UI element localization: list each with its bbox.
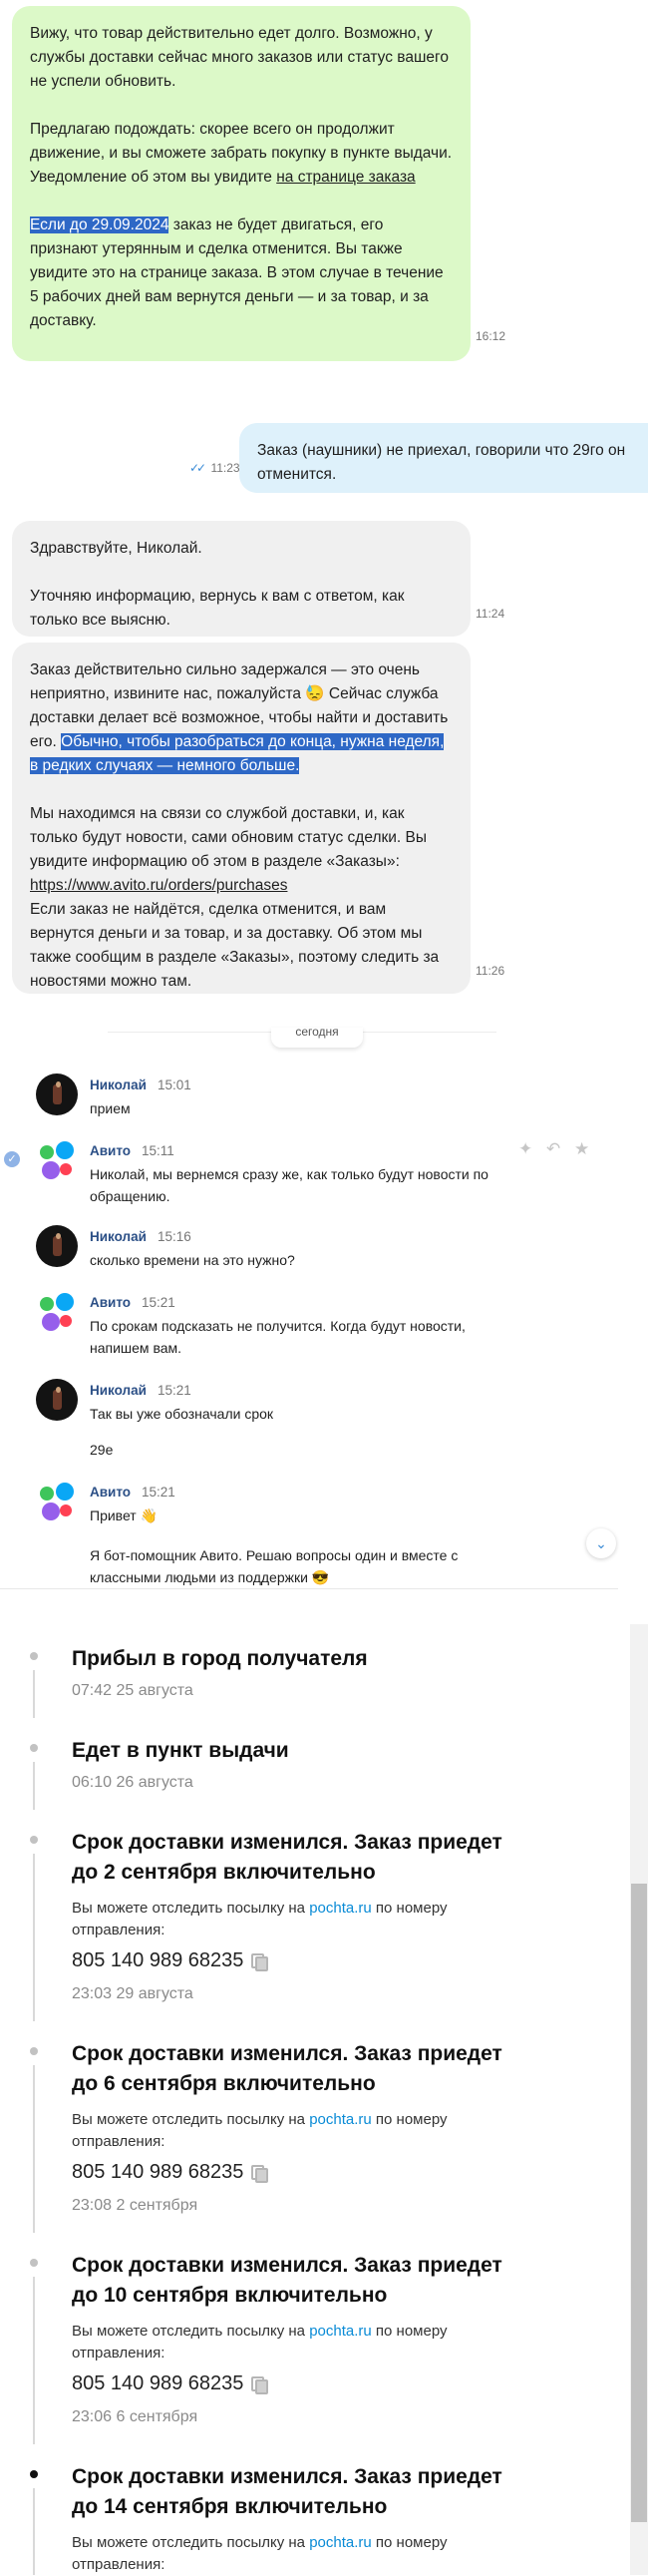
message-paragraph: Предлагаю подождать: скорее всего он про… (30, 121, 453, 186)
scroll-down-icon[interactable]: ⌄ (586, 1528, 616, 1558)
copy-icon[interactable] (251, 1953, 269, 1971)
avatar[interactable] (36, 1225, 78, 1267)
message-paragraph: Если до 29.09.2024 заказ не будет двигат… (30, 216, 444, 329)
highlighted-text: Если до 29.09.2024 (30, 216, 169, 233)
avatar[interactable] (36, 1379, 78, 1421)
double-check-icon: ✓✓ (189, 461, 206, 475)
pochta-link[interactable]: pochta.ru (309, 2534, 372, 2551)
event-title: Срок доставки изменился. Заказ приедет д… (72, 1831, 502, 1884)
highlighted-text: Обычно, чтобы разобраться до конца, нужн… (30, 733, 445, 774)
message-time: 15:21 (142, 1485, 175, 1500)
timeline-dot (30, 1652, 38, 1660)
sender-name[interactable]: Авито (90, 1485, 131, 1500)
event-title: Срок доставки изменился. Заказ приедет д… (72, 2254, 502, 2307)
message-text: прием (90, 1100, 131, 1116)
timeline-dot (30, 1836, 38, 1844)
event-description: Вы можете отследить посылку на pochta.ru… (72, 1900, 448, 1938)
date-chip: сегодня (271, 1028, 363, 1048)
timeline-line (33, 1670, 35, 1718)
message-text: Так вы уже обозначали срок (90, 1406, 274, 1422)
sparkle-icon[interactable]: ✦ (518, 1139, 532, 1159)
event-description: Вы можете отследить посылку на pochta.ru… (72, 2534, 448, 2573)
message-paragraph: Вижу, что товар действительно едет долго… (30, 25, 449, 90)
message-text: Николай, мы вернемся сразу же, как тольк… (90, 1166, 488, 1204)
star-icon[interactable]: ★ (574, 1139, 589, 1159)
timeline-line (33, 2277, 35, 2444)
timeline-line (33, 2065, 35, 2233)
event-date: 06:10 26 августа (72, 1774, 193, 1791)
avito-logo-icon[interactable] (36, 1139, 78, 1181)
sender-name[interactable]: Николай (90, 1229, 147, 1244)
orders-link[interactable]: https://www.avito.ru/orders/purchases (30, 877, 287, 894)
copy-icon[interactable] (251, 2165, 269, 2183)
message-time: 15:21 (158, 1383, 191, 1398)
sender-name[interactable]: Авито (90, 1295, 131, 1310)
event-date: 23:06 6 сентября (72, 2408, 198, 2425)
event-title: Срок доставки изменился. Заказ приедет д… (72, 2465, 502, 2518)
message-text: По срокам подсказать не получится. Когда… (90, 1318, 466, 1356)
timeline-line (33, 1854, 35, 2021)
pochta-link[interactable]: pochta.ru (309, 2323, 372, 2340)
avito-logo-icon[interactable] (36, 1481, 78, 1522)
pochta-link[interactable]: pochta.ru (309, 2111, 372, 2128)
timeline-line (33, 2488, 35, 2575)
support-message-bubble: Вижу, что товар действительно едет долго… (12, 6, 471, 361)
timeline-dot (30, 2047, 38, 2055)
read-status: ✓✓ 11:23 (189, 461, 240, 475)
timeline-dot (30, 2259, 38, 2267)
sender-name[interactable]: Николай (90, 1383, 147, 1398)
event-description: Вы можете отследить посылку на pochta.ru… (72, 2323, 448, 2361)
support-message-bubble: Заказ действительно сильно задержался — … (12, 643, 471, 994)
order-page-link[interactable]: на странице заказа (276, 169, 415, 186)
tracking-number: 805 140 989 68235 (72, 1949, 269, 1972)
event-description: Вы можете отследить посылку на pochta.ru… (72, 2111, 448, 2150)
event-title: Едет в пункт выдачи (72, 1739, 289, 1762)
message-text: сколько времени на это нужно? (90, 1252, 295, 1268)
event-date: 23:03 29 августа (72, 1985, 193, 2002)
message-time: 15:01 (158, 1077, 191, 1092)
timeline-dot (30, 1744, 38, 1752)
event-title: Срок доставки изменился. Заказ приедет д… (72, 2042, 502, 2095)
event-title: Прибыл в город получателя (72, 1647, 368, 1670)
timeline-dot-current (30, 2470, 38, 2478)
message-time: 15:11 (142, 1143, 174, 1158)
message-time: 15:21 (142, 1295, 175, 1310)
avito-logo-icon[interactable] (36, 1291, 78, 1333)
avatar[interactable] (36, 1073, 78, 1115)
sender-name[interactable]: Авито (90, 1143, 131, 1158)
message-time: 16:12 (476, 329, 506, 343)
pochta-link[interactable]: pochta.ru (309, 1900, 372, 1917)
message-time: 11:24 (476, 607, 505, 621)
message-text: Привет 👋 (90, 1507, 159, 1523)
section-divider (0, 1588, 618, 1589)
support-message-bubble: Здравствуйте, Николай. Уточняю информаци… (12, 521, 471, 637)
message-time: 15:16 (158, 1229, 191, 1244)
event-date: 07:42 25 августа (72, 1682, 193, 1699)
message-text: 29е (90, 1442, 114, 1458)
message-time: 11:26 (476, 964, 505, 978)
timeline-scrollbar-thumb[interactable] (631, 1884, 647, 2522)
sender-name[interactable]: Николай (90, 1077, 147, 1092)
event-date: 23:08 2 сентября (72, 2197, 198, 2214)
message-text: Я бот-помощник Авито. Решаю вопросы один… (90, 1547, 459, 1585)
user-message-bubble: Заказ (наушники) не приехал, говорили чт… (239, 423, 648, 493)
tracking-number: 805 140 989 68235 (72, 2161, 269, 2184)
selected-check-icon[interactable]: ✓ (4, 1151, 20, 1167)
timeline-line (33, 1762, 35, 1810)
copy-icon[interactable] (251, 2376, 269, 2394)
reply-icon[interactable]: ↶ (546, 1139, 560, 1159)
tracking-number: 805 140 989 68235 (72, 2372, 269, 2395)
